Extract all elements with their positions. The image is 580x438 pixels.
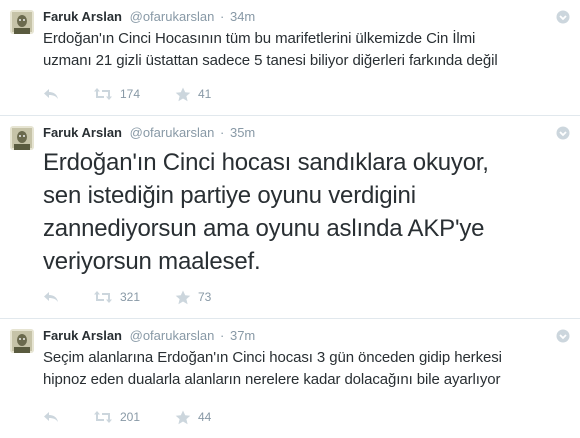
tweet[interactable]: Faruk Arslan @ofarukarslan · 35m Erdoğan… xyxy=(0,116,580,319)
tweet-text-line: zannediyorsun ama oyunu aslında AKP'ye xyxy=(43,215,485,242)
tweet-text-line: veriyorsun maalesef. xyxy=(43,248,261,275)
fullname[interactable]: Faruk Arslan xyxy=(43,328,122,343)
tweet-text: Seçim alanlarına Erdoğan'ın Cinci hocası… xyxy=(43,347,568,391)
favorite-count: 44 xyxy=(198,410,212,424)
tweet-text-line: Seçim alanlarına Erdoğan'ın Cinci hocası… xyxy=(43,349,502,366)
timestamp[interactable]: 37m xyxy=(230,328,255,343)
username[interactable]: @ofarukarslan xyxy=(130,328,215,343)
tweet-text-line: hipnoz eden dualarla alanların nerelere … xyxy=(43,371,501,388)
separator-dot: · xyxy=(220,125,225,140)
tweet-text-line: Erdoğan'ın Cinci hocası sandıklara okuyo… xyxy=(43,149,489,176)
retweet-button[interactable]: 174 xyxy=(93,87,175,101)
tweet-text-line: sen istediğin partiye oyunu verdigini xyxy=(43,182,416,209)
chevron-down-icon[interactable] xyxy=(556,10,570,24)
separator-dot: · xyxy=(220,328,225,343)
retweet-icon xyxy=(94,291,112,303)
favorite-count: 73 xyxy=(198,290,212,304)
tweet-text-line: Erdoğan'ın Cinci Hocasının tüm bu marife… xyxy=(43,30,476,47)
favorite-button[interactable]: 73 xyxy=(175,290,211,305)
tweet-actions: 201 44 xyxy=(43,408,211,426)
tweet-header: Faruk Arslan @ofarukarslan · 35m xyxy=(43,124,568,142)
separator-dot: · xyxy=(220,9,225,24)
reply-button[interactable] xyxy=(43,87,93,101)
fullname[interactable]: Faruk Arslan xyxy=(43,125,122,140)
reply-button[interactable] xyxy=(43,290,93,304)
username[interactable]: @ofarukarslan xyxy=(130,9,215,24)
retweet-icon xyxy=(94,88,112,100)
star-icon xyxy=(175,87,191,101)
star-icon xyxy=(175,410,191,424)
retweet-button[interactable]: 321 xyxy=(93,290,175,304)
avatar-image xyxy=(10,126,34,150)
tweet-actions: 174 41 xyxy=(43,85,211,103)
star-icon xyxy=(175,290,191,304)
fullname[interactable]: Faruk Arslan xyxy=(43,9,122,24)
avatar-image xyxy=(10,10,34,34)
reply-icon xyxy=(44,89,58,99)
retweet-count: 321 xyxy=(120,290,141,304)
timestamp[interactable]: 35m xyxy=(230,125,255,140)
timeline: Faruk Arslan @ofarukarslan · 34m Erdoğan… xyxy=(0,0,580,438)
reply-icon xyxy=(44,292,58,302)
favorite-button[interactable]: 44 xyxy=(175,410,211,425)
avatar-image xyxy=(10,329,34,353)
retweet-count: 201 xyxy=(120,410,141,424)
tweet[interactable]: Faruk Arslan @ofarukarslan · 34m Erdoğan… xyxy=(0,0,580,116)
reply-icon xyxy=(44,412,58,422)
tweet-header: Faruk Arslan @ofarukarslan · 37m xyxy=(43,327,568,345)
avatar[interactable] xyxy=(10,10,34,34)
timestamp[interactable]: 34m xyxy=(230,9,255,24)
avatar[interactable] xyxy=(10,126,34,150)
chevron-down-icon[interactable] xyxy=(556,329,570,343)
retweet-button[interactable]: 201 xyxy=(93,410,175,424)
favorite-button[interactable]: 41 xyxy=(175,87,211,102)
chevron-down-icon[interactable] xyxy=(556,126,570,140)
favorite-count: 41 xyxy=(198,87,212,101)
username[interactable]: @ofarukarslan xyxy=(130,125,215,140)
tweet-actions: 321 73 xyxy=(43,288,211,306)
tweet[interactable]: Faruk Arslan @ofarukarslan · 37m Seçim a… xyxy=(0,319,580,438)
tweet-header: Faruk Arslan @ofarukarslan · 34m xyxy=(43,8,568,26)
tweet-text-line: uzmanı 21 gizli üstattan sadece 5 tanesi… xyxy=(43,52,498,69)
tweet-text: Erdoğan'ın Cinci Hocasının tüm bu marife… xyxy=(43,28,568,72)
reply-button[interactable] xyxy=(43,410,93,424)
retweet-icon xyxy=(94,411,112,423)
tweet-text: Erdoğan'ın Cinci hocası sandıklara okuyo… xyxy=(43,146,568,278)
avatar[interactable] xyxy=(10,329,34,353)
retweet-count: 174 xyxy=(120,87,141,101)
